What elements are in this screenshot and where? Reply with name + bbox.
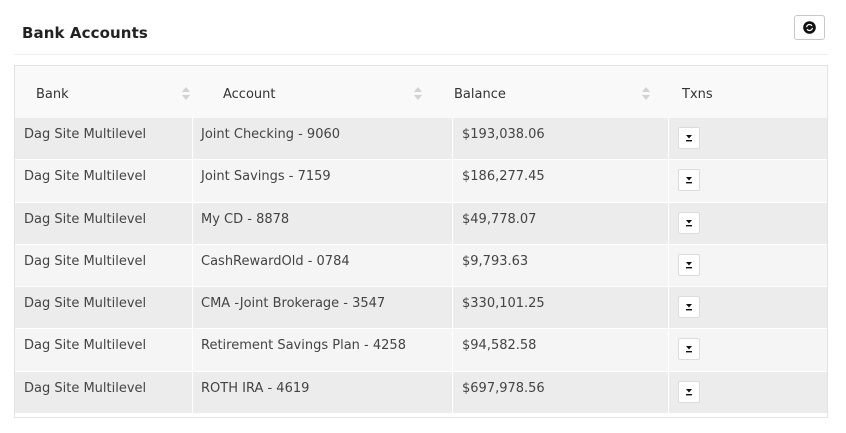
account-cell: CashRewardOld - 0784 — [192, 244, 452, 287]
download-icon — [686, 346, 692, 353]
table-body: Dag Site Multilevel Joint Checking - 906… — [15, 118, 827, 415]
bank-cell: Dag Site Multilevel — [24, 253, 147, 269]
download-icon — [686, 135, 692, 142]
table-row: Dag Site Multilevel CashRewardOld - 0784… — [15, 244, 827, 288]
download-icon — [686, 219, 692, 226]
column-header-txns: Txns — [652, 66, 827, 118]
sort-icon — [414, 87, 422, 101]
bank-accounts-table: Bank Account Balance Txns Dag Site Multi… — [14, 65, 828, 418]
bank-cell: Dag Site Multilevel — [24, 380, 147, 396]
txns-cell — [668, 118, 827, 160]
account-cell: Retirement Savings Plan - 4258 — [192, 329, 452, 371]
bank-cell: Dag Site Multilevel — [24, 211, 147, 227]
table-row: Dag Site Multilevel My CD - 8878 $49,778… — [15, 202, 827, 245]
balance-cell: $186,277.45 — [452, 160, 668, 202]
column-header-label: Txns — [682, 87, 713, 102]
table-row: Dag Site Multilevel Retirement Savings P… — [15, 329, 827, 372]
header-divider — [14, 54, 828, 55]
txns-cell — [668, 244, 827, 287]
table-header: Bank Account Balance Txns — [15, 66, 827, 118]
balance-cell: $330,101.25 — [452, 287, 668, 329]
txns-cell — [668, 160, 827, 202]
table-row: Dag Site Multilevel ROTH IRA - 4619 $697… — [15, 371, 827, 415]
txns-cell — [668, 329, 827, 371]
bank-cell: Dag Site Multilevel — [24, 169, 147, 185]
txns-cell — [668, 202, 827, 244]
table-row: Dag Site Multilevel CMA -Joint Brokerage… — [15, 287, 827, 330]
download-transactions-button[interactable] — [678, 296, 700, 319]
account-cell: Joint Checking - 9060 — [192, 118, 452, 160]
txns-cell — [668, 287, 827, 329]
sort-icon — [182, 87, 190, 101]
panel-header: Bank Accounts — [0, 0, 846, 56]
download-icon — [686, 177, 692, 184]
bank-cell: Dag Site Multilevel — [24, 127, 147, 142]
download-icon — [686, 304, 692, 311]
column-header-balance[interactable]: Balance — [423, 66, 652, 118]
balance-cell: $94,582.58 — [452, 329, 668, 371]
balance-cell: $49,778.07 — [452, 202, 668, 244]
column-header-label: Balance — [454, 87, 506, 102]
balance-cell: $9,793.63 — [452, 244, 668, 287]
account-cell: Joint Savings - 7159 — [192, 160, 452, 202]
column-header-label: Account — [223, 87, 276, 102]
download-icon — [686, 388, 692, 396]
column-header-bank[interactable]: Bank — [15, 66, 192, 118]
refresh-icon — [803, 21, 816, 34]
page-title: Bank Accounts — [22, 24, 148, 42]
balance-cell: $193,038.06 — [452, 118, 668, 160]
column-header-account[interactable]: Account — [192, 66, 423, 118]
table-row: Dag Site Multilevel Joint Savings - 7159… — [15, 160, 827, 203]
account-cell: CMA -Joint Brokerage - 3547 — [192, 287, 452, 329]
bank-cell: Dag Site Multilevel — [24, 338, 147, 354]
sort-icon — [642, 87, 650, 101]
txns-cell — [668, 371, 827, 414]
download-transactions-button[interactable] — [678, 127, 700, 149]
bank-cell: Dag Site Multilevel — [24, 296, 147, 312]
column-header-label: Bank — [36, 87, 69, 102]
table-row: Dag Site Multilevel Joint Checking - 906… — [15, 118, 827, 161]
refresh-button[interactable] — [794, 15, 825, 40]
account-cell: My CD - 8878 — [192, 202, 452, 244]
download-transactions-button[interactable] — [678, 380, 700, 403]
balance-cell: $697,978.56 — [452, 371, 668, 414]
download-transactions-button[interactable] — [678, 169, 700, 192]
download-transactions-button[interactable] — [678, 338, 700, 361]
download-transactions-button[interactable] — [678, 211, 700, 234]
download-transactions-button[interactable] — [678, 253, 700, 276]
account-cell: ROTH IRA - 4619 — [192, 371, 452, 414]
download-icon — [686, 261, 692, 269]
